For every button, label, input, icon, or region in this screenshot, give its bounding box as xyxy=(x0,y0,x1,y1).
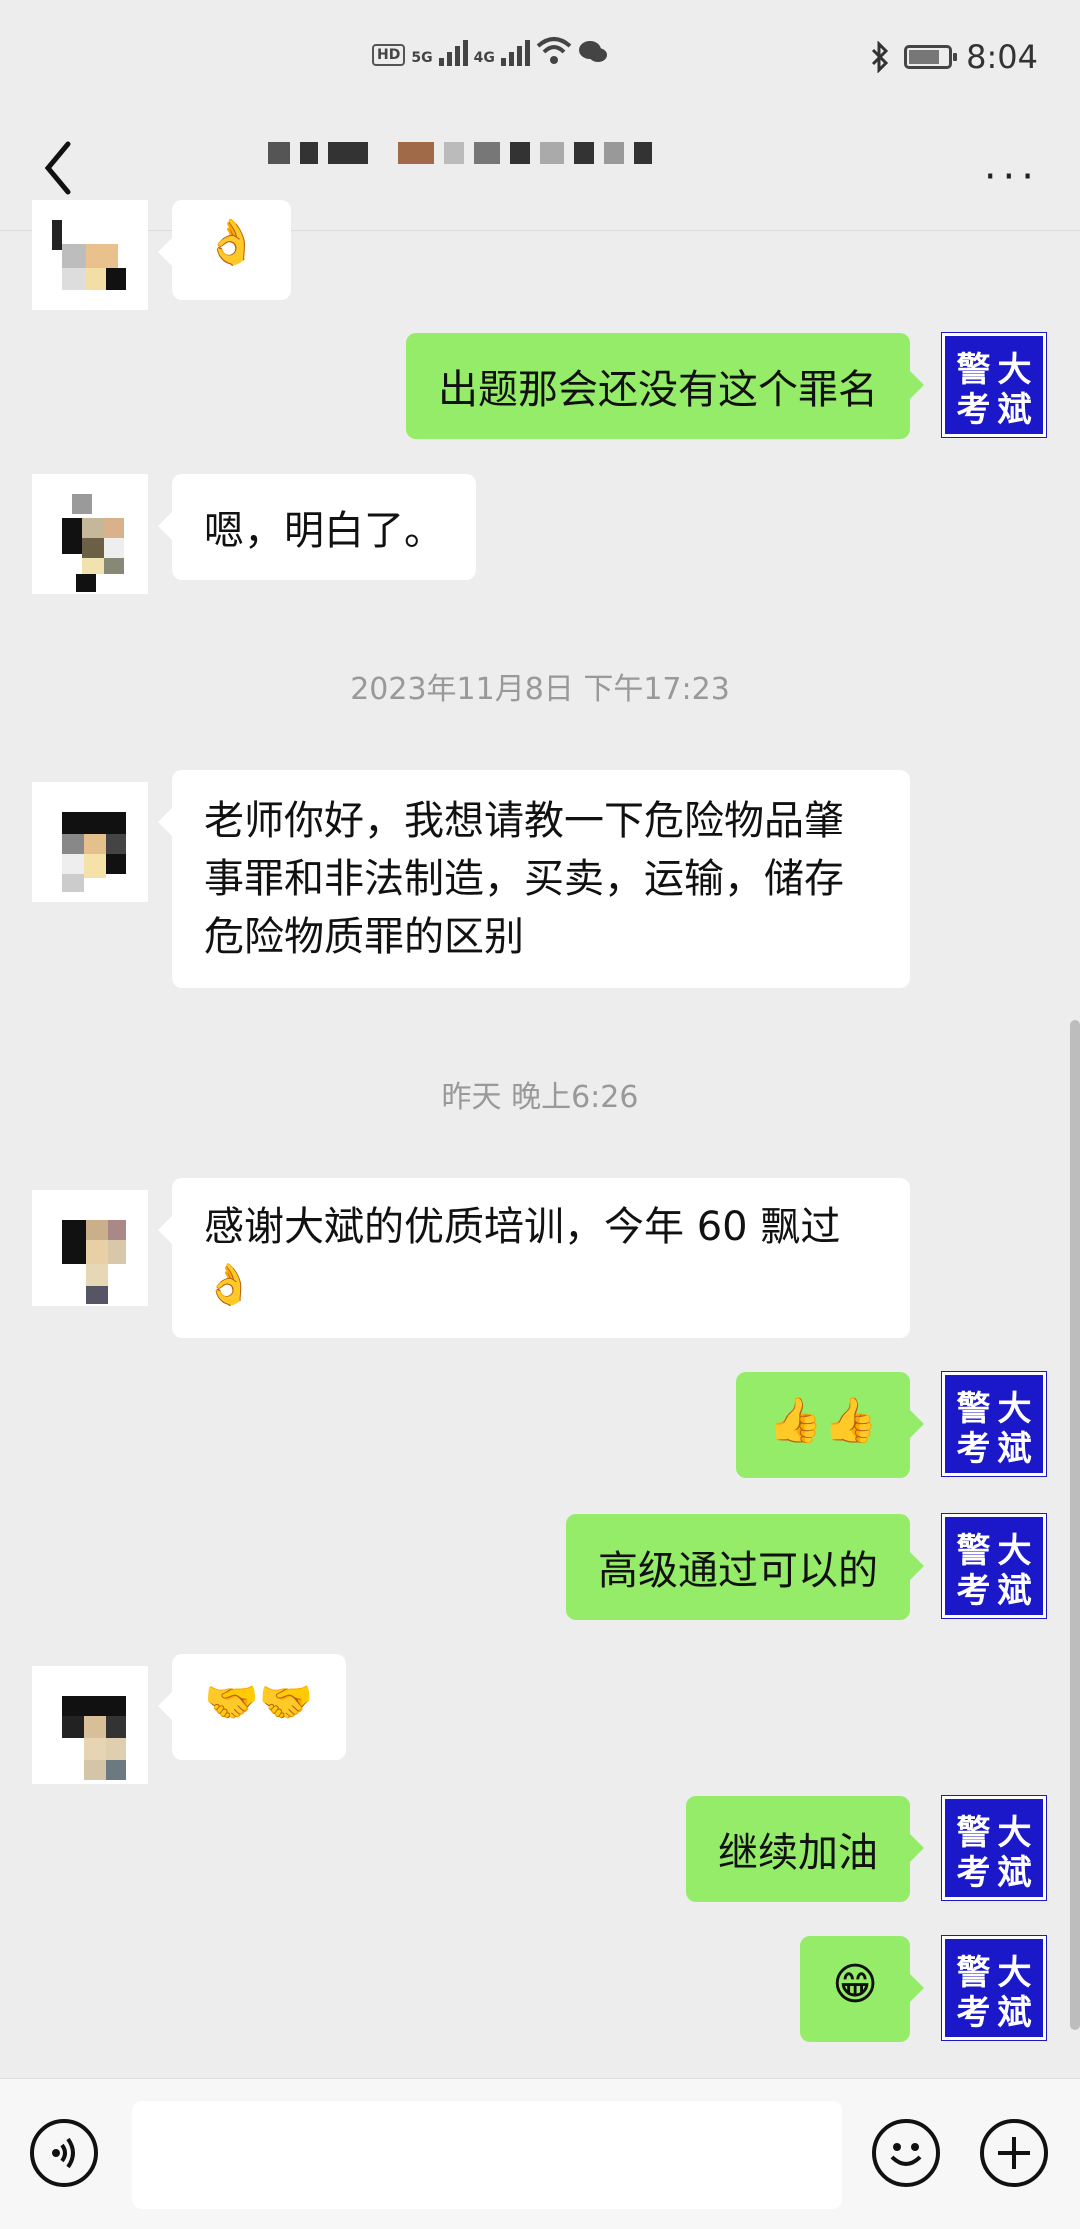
voice-input-button[interactable] xyxy=(30,2119,98,2187)
scrollbar[interactable] xyxy=(1070,1020,1080,2030)
message-bubble-incoming[interactable]: 嗯，明白了。 xyxy=(158,474,476,580)
chat-header: ··· xyxy=(0,126,1080,232)
back-arrow-icon[interactable] xyxy=(38,138,82,198)
message-bubble-outgoing[interactable]: 继续加油 xyxy=(686,1796,924,1902)
message-bubble-outgoing[interactable]: 出题那会还没有这个罪名 xyxy=(406,333,924,439)
chat-title-redacted xyxy=(268,142,652,164)
timestamp: 2023年11月8日 下午17:23 xyxy=(350,672,730,707)
hd-indicator: HD xyxy=(372,44,406,66)
message-input[interactable] xyxy=(132,2101,842,2209)
message-bubble-incoming[interactable]: 🤝🤝 xyxy=(158,1654,346,1760)
battery-icon xyxy=(904,45,958,69)
more-functions-button[interactable] xyxy=(980,2119,1048,2187)
contact-avatar[interactable] xyxy=(32,1666,148,1784)
self-avatar[interactable]: 警大考斌 xyxy=(942,1936,1046,2040)
self-avatar[interactable]: 警大考斌 xyxy=(942,1372,1046,1476)
status-bar: HD 5G 4G 8:04 xyxy=(0,0,1080,126)
signal-icon xyxy=(438,36,468,66)
wechat-icon xyxy=(578,41,607,62)
message-bubble-incoming[interactable]: 感谢大斌的优质培训，今年 60 飘过👌 xyxy=(158,1178,910,1338)
signal-icon-2 xyxy=(500,36,530,66)
emoji-button[interactable] xyxy=(872,2119,940,2187)
self-avatar[interactable]: 警大考斌 xyxy=(942,1796,1046,1900)
message-bubble-outgoing[interactable]: 高级通过可以的 xyxy=(566,1514,924,1620)
contact-avatar[interactable] xyxy=(32,1190,148,1306)
4g-indicator: 4G xyxy=(473,50,495,66)
voice-icon xyxy=(52,2137,75,2169)
plus-icon xyxy=(998,2137,1030,2169)
contact-avatar[interactable] xyxy=(32,782,148,902)
contact-avatar[interactable] xyxy=(32,474,148,594)
contact-avatar[interactable] xyxy=(32,200,148,310)
clock: 8:04 xyxy=(966,38,1038,76)
header-divider xyxy=(0,230,1080,231)
smiley-icon xyxy=(890,2143,922,2166)
self-avatar[interactable]: 警大考斌 xyxy=(942,333,1046,437)
message-bubble-outgoing[interactable]: 👍👍 xyxy=(736,1372,924,1478)
wifi-icon xyxy=(536,37,572,64)
message-bubble-outgoing[interactable]: 😁 xyxy=(800,1936,924,2042)
message-bubble-incoming[interactable]: 👌 xyxy=(158,200,291,300)
status-right: 8:04 xyxy=(870,38,1038,76)
network-indicators: HD 5G 4G xyxy=(372,36,608,66)
5g-indicator: 5G xyxy=(411,50,433,66)
message-bubble-incoming[interactable]: 老师你好，我想请教一下危险物品肇事罪和非法制造，买卖，运输，储存危险物质罪的区别 xyxy=(158,770,910,988)
bluetooth-icon xyxy=(872,41,889,73)
self-avatar[interactable]: 警大考斌 xyxy=(942,1514,1046,1618)
timestamp: 昨天 晚上6:26 xyxy=(441,1080,639,1115)
input-bar xyxy=(0,2078,1080,2229)
more-options-icon[interactable]: ··· xyxy=(984,154,1040,200)
